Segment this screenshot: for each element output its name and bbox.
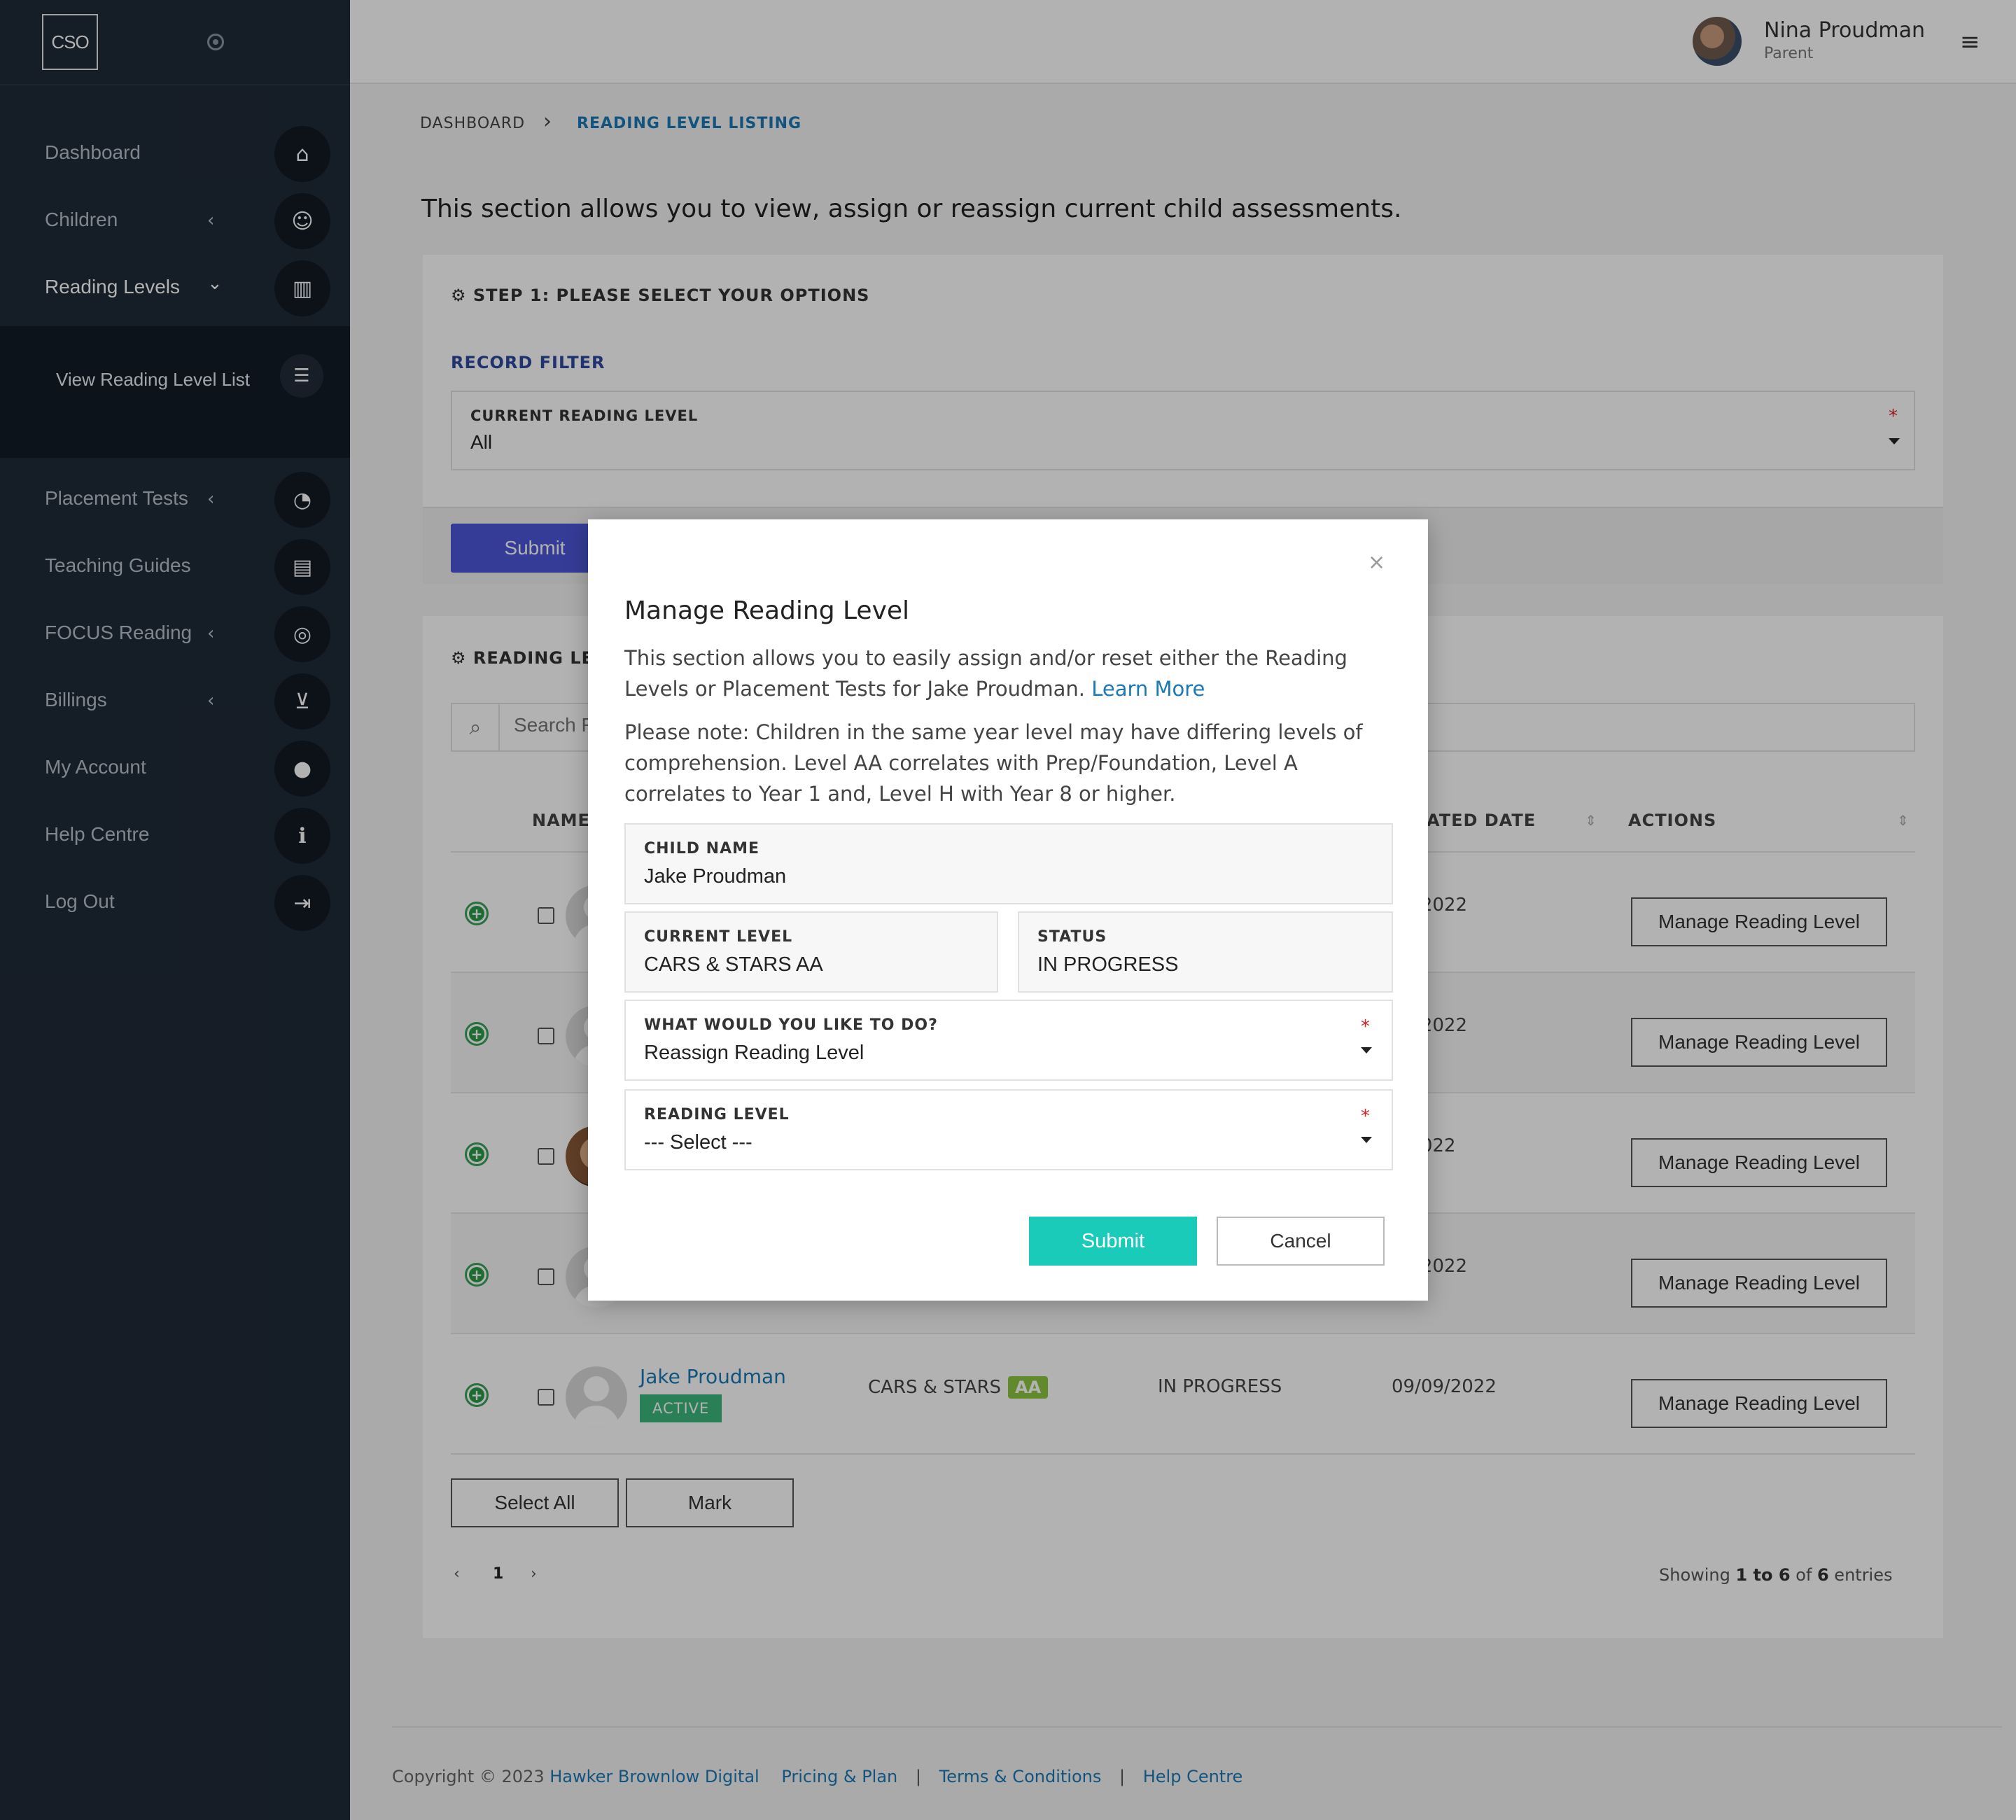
caret-down-icon: [1361, 1137, 1372, 1143]
field-label: WHAT WOULD YOU LIKE TO DO?: [644, 1016, 938, 1034]
field-value: Jake Proudman: [644, 865, 787, 888]
modal-description-text: This section allows you to easily assign…: [624, 646, 1348, 701]
current-level-field: CURRENT LEVEL CARS & STARS AA: [624, 911, 998, 993]
caret-down-icon: [1361, 1047, 1372, 1054]
field-value: Reassign Reading Level: [644, 1042, 864, 1064]
required-mark: *: [1361, 1016, 1370, 1037]
manage-reading-level-modal: × Manage Reading Level This section allo…: [588, 519, 1428, 1301]
required-mark: *: [1361, 1106, 1370, 1127]
child-name-field: CHILD NAME Jake Proudman: [624, 823, 1393, 904]
field-label: READING LEVEL: [644, 1106, 790, 1124]
field-label: CHILD NAME: [644, 840, 760, 858]
field-value: --- Select ---: [644, 1131, 752, 1154]
field-value: IN PROGRESS: [1037, 953, 1179, 976]
status-field: STATUS IN PROGRESS: [1018, 911, 1393, 993]
action-select[interactable]: WHAT WOULD YOU LIKE TO DO? Reassign Read…: [624, 1000, 1393, 1081]
close-icon[interactable]: ×: [1368, 550, 1385, 575]
modal-note: Please note: Children in the same year l…: [624, 720, 1363, 806]
modal-cancel-button[interactable]: Cancel: [1217, 1217, 1385, 1266]
field-label: CURRENT LEVEL: [644, 928, 793, 946]
modal-submit-button[interactable]: Submit: [1029, 1217, 1197, 1266]
reading-level-select[interactable]: READING LEVEL --- Select --- *: [624, 1089, 1393, 1170]
modal-title: Manage Reading Level: [624, 596, 910, 625]
modal-description: This section allows you to easily assign…: [624, 643, 1394, 704]
learn-more-link[interactable]: Learn More: [1091, 677, 1205, 701]
field-label: STATUS: [1037, 928, 1107, 946]
field-value: CARS & STARS AA: [644, 953, 823, 976]
